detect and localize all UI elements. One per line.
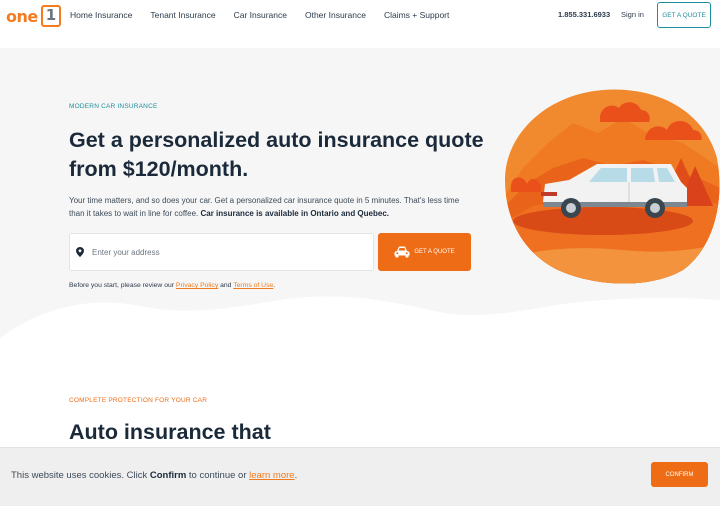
hero-availability: Car insurance is available in Ontario an… xyxy=(200,209,389,218)
car-icon xyxy=(394,246,410,258)
nav-other-insurance[interactable]: Other Insurance xyxy=(305,10,366,20)
hero-description: Your time matters, and so does your car.… xyxy=(69,196,460,218)
sign-in-link[interactable]: Sign in xyxy=(621,10,644,19)
logo-mark: 1 xyxy=(40,5,61,27)
confirm-button[interactable]: CONFIRM xyxy=(651,462,708,487)
phone-number[interactable]: 1.855.331.6933 xyxy=(558,10,610,19)
privacy-policy-link[interactable]: Privacy Policy xyxy=(176,282,218,289)
nav-car-insurance[interactable]: Car Insurance xyxy=(234,10,287,20)
cookie-banner: This website uses cookies. Click Confirm… xyxy=(0,447,720,506)
hero-headline: Get a personalized auto insurance quote … xyxy=(69,128,484,181)
section-eyebrow: COMPLETE PROTECTION FOR YOUR CAR xyxy=(69,397,208,404)
hero-eyebrow: MODERN CAR INSURANCE xyxy=(69,103,158,110)
nav-claims-support[interactable]: Claims + Support xyxy=(384,10,449,20)
terms-of-use-link[interactable]: Terms of Use xyxy=(233,282,273,289)
car-illustration xyxy=(505,89,720,284)
section-headline: Auto insurance that xyxy=(69,420,271,444)
nav-home-insurance[interactable]: Home Insurance xyxy=(70,10,132,20)
learn-more-link[interactable]: learn more xyxy=(249,470,294,481)
logo[interactable]: one 1 xyxy=(6,5,61,27)
cookie-message: This website uses cookies. Click Confirm… xyxy=(11,470,298,481)
address-field xyxy=(69,233,374,271)
location-pin-icon xyxy=(76,247,84,257)
hero-get-quote-button[interactable]: GET A QUOTE xyxy=(378,233,471,271)
address-input[interactable] xyxy=(92,247,352,257)
main-nav: Home Insurance Tenant Insurance Car Insu… xyxy=(70,10,467,20)
header-get-quote-button[interactable]: GET A QUOTE xyxy=(657,2,711,28)
hero-get-quote-label: GET A QUOTE xyxy=(414,249,455,255)
disclaimer: Before you start, please review our Priv… xyxy=(69,282,276,289)
logo-text: one xyxy=(6,6,38,26)
nav-tenant-insurance[interactable]: Tenant Insurance xyxy=(150,10,215,20)
site-header: one 1 Home Insurance Tenant Insurance Ca… xyxy=(0,0,720,48)
